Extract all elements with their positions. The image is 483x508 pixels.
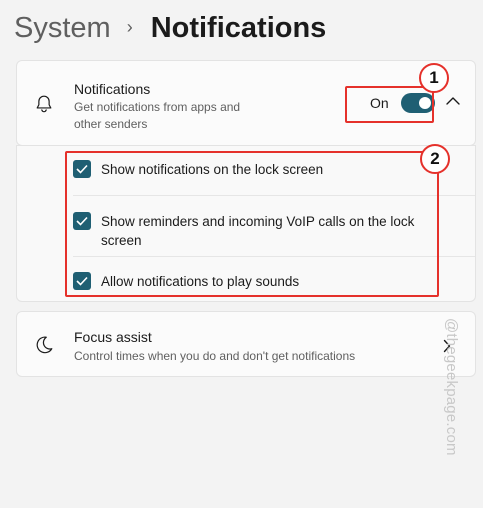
collapse-button[interactable] (445, 89, 461, 111)
moon-icon (36, 336, 53, 354)
chevron-up-icon (446, 96, 460, 105)
breadcrumb-separator: › (126, 16, 133, 37)
focus-assist-description: Control times when you do and don't get … (74, 349, 356, 363)
notifications-title: Notifications (74, 81, 151, 97)
bell-icon (36, 95, 52, 113)
highlight-toggle (345, 86, 434, 123)
annotation-badge-2: 2 (420, 144, 450, 174)
highlight-options (65, 151, 439, 297)
page-title: Notifications (150, 11, 327, 44)
notifications-description-line1: Get notifications from apps and (74, 100, 241, 114)
breadcrumb-system[interactable]: System (14, 12, 111, 45)
notifications-description-line2: other senders (74, 117, 148, 131)
focus-assist-row[interactable]: Focus assist Control times when you do a… (16, 311, 476, 377)
annotation-badge-1: 1 (419, 63, 449, 93)
breadcrumb: System › Notifications (14, 8, 326, 48)
watermark: @thegeekpage.com (443, 318, 460, 456)
focus-assist-title: Focus assist (74, 329, 152, 345)
